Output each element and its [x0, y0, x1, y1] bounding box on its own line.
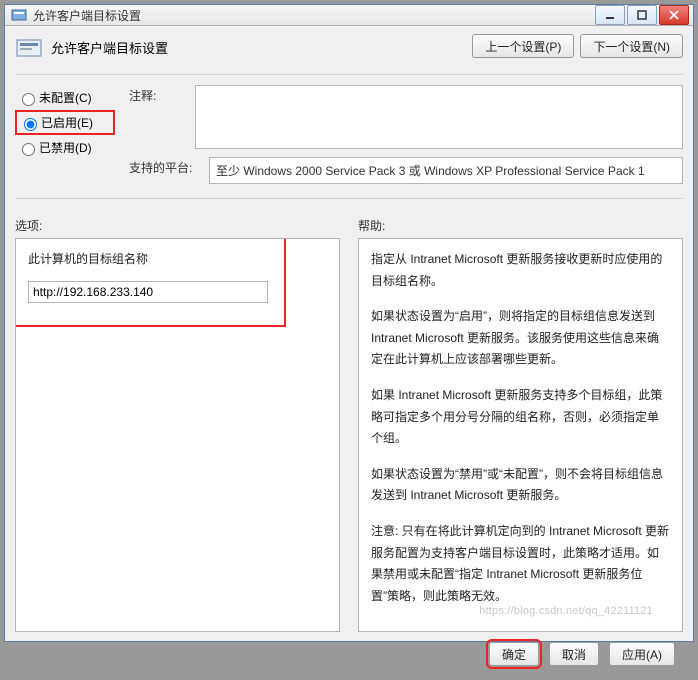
- app-icon: [11, 7, 27, 23]
- separator: [15, 74, 683, 75]
- options-column: 选项: 此计算机的目标组名称: [15, 217, 340, 632]
- target-group-label: 此计算机的目标组名称: [28, 249, 327, 271]
- help-label: 帮助:: [358, 217, 683, 234]
- radio-disabled[interactable]: 已禁用(D): [15, 135, 115, 160]
- minimize-button[interactable]: [595, 5, 625, 25]
- options-label: 选项:: [15, 217, 340, 234]
- radio-not-configured-label: 未配置(C): [39, 89, 92, 106]
- header-row: 允许客户端目标设置 上一个设置(P) 下一个设置(N): [15, 34, 683, 62]
- comment-label: 注释:: [129, 85, 187, 104]
- radio-not-configured[interactable]: 未配置(C): [15, 85, 115, 110]
- help-p4: 如果状态设置为“禁用”或“未配置”，则不会将目标组信息发送到 Intranet …: [371, 464, 670, 507]
- dialog-window: 允许客户端目标设置 允许客户端目标设置 上一个设置(P) 下一个设置(N) 未配…: [4, 4, 694, 642]
- header-title: 允许客户端目标设置: [51, 34, 168, 57]
- maximize-button[interactable]: [627, 5, 657, 25]
- state-radio-group: 未配置(C) 已启用(E) 已禁用(D): [15, 85, 115, 192]
- radio-enabled[interactable]: 已启用(E): [15, 110, 115, 135]
- content-area: 允许客户端目标设置 上一个设置(P) 下一个设置(N) 未配置(C) 已启用(E…: [5, 26, 693, 680]
- help-p3: 如果 Intranet Microsoft 更新服务支持多个目标组，此策略可指定…: [371, 385, 670, 450]
- comment-textarea[interactable]: [195, 85, 683, 149]
- window-title: 允许客户端目标设置: [33, 7, 595, 24]
- platform-value: 至少 Windows 2000 Service Pack 3 或 Windows…: [209, 157, 683, 184]
- options-panel: 此计算机的目标组名称: [15, 238, 340, 632]
- radio-disabled-label: 已禁用(D): [39, 139, 92, 156]
- footer: 确定 取消 应用(A): [15, 632, 683, 670]
- help-column: 帮助: 指定从 Intranet Microsoft 更新服务接收更新时应使用的…: [358, 217, 683, 632]
- lower-section: 选项: 此计算机的目标组名称 帮助: 指定从 Intranet Microsof…: [15, 217, 683, 632]
- platform-label: 支持的平台:: [129, 157, 201, 176]
- separator-2: [15, 198, 683, 199]
- help-p5: 注意: 只有在将此计算机定向到的 Intranet Microsoft 更新服务…: [371, 521, 670, 607]
- radio-not-configured-input[interactable]: [22, 93, 35, 106]
- help-p2: 如果状态设置为“启用”，则将指定的目标组信息发送到 Intranet Micro…: [371, 306, 670, 371]
- titlebar[interactable]: 允许客户端目标设置: [5, 5, 693, 26]
- radio-disabled-input[interactable]: [22, 143, 35, 156]
- radio-enabled-label: 已启用(E): [41, 114, 93, 131]
- help-panel[interactable]: 指定从 Intranet Microsoft 更新服务接收更新时应使用的目标组名…: [358, 238, 683, 632]
- prev-setting-button[interactable]: 上一个设置(P): [472, 34, 574, 58]
- policy-icon: [15, 34, 43, 62]
- target-group-input[interactable]: [28, 281, 268, 303]
- next-setting-button[interactable]: 下一个设置(N): [580, 34, 683, 58]
- close-button[interactable]: [659, 5, 689, 25]
- help-p1: 指定从 Intranet Microsoft 更新服务接收更新时应使用的目标组名…: [371, 249, 670, 292]
- radio-enabled-input[interactable]: [24, 118, 37, 131]
- mid-section: 未配置(C) 已启用(E) 已禁用(D) 注释: 支持的平台:: [15, 85, 683, 192]
